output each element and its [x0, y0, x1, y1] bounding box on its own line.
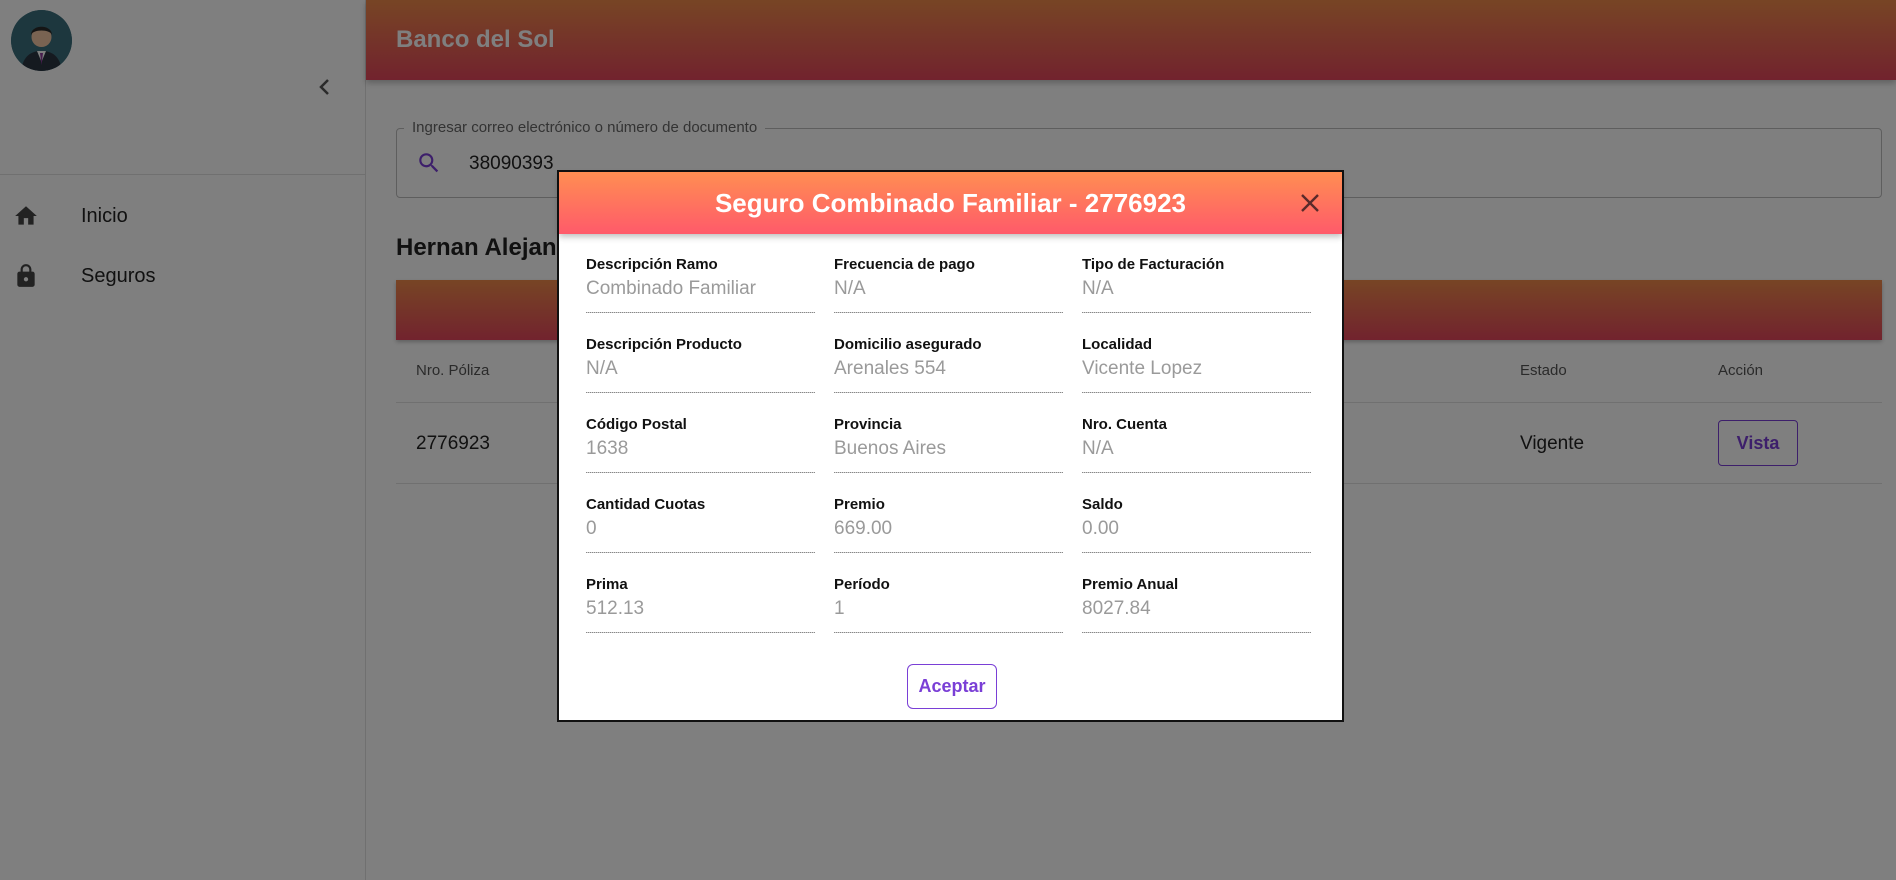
field-value: 1: [834, 598, 845, 619]
field-underline: [586, 312, 815, 313]
field-value: N/A: [1082, 278, 1114, 299]
field-value: 512.13: [586, 598, 645, 619]
field-value: Vicente Lopez: [1082, 358, 1203, 379]
detail-field: Tipo de Facturación N/A: [1082, 256, 1311, 316]
field-underline: [834, 632, 1063, 633]
detail-field: Localidad Vicente Lopez: [1082, 336, 1311, 396]
field-value: N/A: [586, 358, 618, 379]
detail-field: Premio 669.00: [834, 496, 1063, 556]
detail-field: Frecuencia de pago N/A: [834, 256, 1063, 316]
field-label: Provincia: [834, 416, 902, 433]
detail-field: Descripción Ramo Combinado Familiar: [586, 256, 815, 316]
field-value: Buenos Aires: [834, 438, 946, 459]
accept-button[interactable]: Aceptar: [907, 664, 997, 709]
detail-field: Provincia Buenos Aires: [834, 416, 1063, 476]
field-underline: [586, 632, 815, 633]
field-value: 8027.84: [1082, 598, 1151, 619]
field-value: 0: [586, 518, 597, 539]
field-label: Período: [834, 576, 890, 593]
field-underline: [1082, 392, 1311, 393]
field-underline: [834, 552, 1063, 553]
detail-field: Saldo 0.00: [1082, 496, 1311, 556]
field-value: Arenales 554: [834, 358, 946, 379]
field-label: Tipo de Facturación: [1082, 256, 1225, 273]
close-button[interactable]: [1297, 190, 1323, 216]
field-underline: [1082, 472, 1311, 473]
field-label: Frecuencia de pago: [834, 256, 975, 273]
field-label: Premio: [834, 496, 885, 513]
field-underline: [1082, 552, 1311, 553]
field-value: 1638: [586, 438, 629, 459]
field-label: Prima: [586, 576, 628, 593]
field-label: Descripción Ramo: [586, 256, 718, 273]
field-label: Descripción Producto: [586, 336, 742, 353]
field-underline: [586, 552, 815, 553]
field-underline: [586, 392, 815, 393]
detail-field: Nro. Cuenta N/A: [1082, 416, 1311, 476]
detail-field: Prima 512.13: [586, 576, 815, 636]
field-label: Saldo: [1082, 496, 1123, 513]
modal-title: Seguro Combinado Familiar - 2776923: [714, 188, 1187, 218]
close-icon: [1301, 194, 1319, 212]
field-label: Domicilio asegurado: [834, 336, 982, 353]
detail-field: Período 1: [834, 576, 1063, 636]
detail-field: Domicilio asegurado Arenales 554: [834, 336, 1063, 396]
field-label: Nro. Cuenta: [1082, 416, 1168, 433]
field-underline: [834, 392, 1063, 393]
detail-field: Cantidad Cuotas 0: [586, 496, 815, 556]
field-underline: [586, 472, 815, 473]
detail-field: Código Postal 1638: [586, 416, 815, 476]
field-label: Cantidad Cuotas: [586, 496, 706, 513]
field-value: 0.00: [1082, 518, 1119, 539]
field-underline: [834, 472, 1063, 473]
policy-detail-modal: Seguro Combinado Familiar - 2776923 Desc…: [557, 170, 1344, 722]
field-value: N/A: [1082, 438, 1114, 459]
modal-header: Seguro Combinado Familiar - 2776923: [559, 172, 1342, 234]
field-label: Código Postal: [586, 416, 687, 433]
field-label: Premio Anual: [1082, 576, 1179, 593]
detail-field: Descripción Producto N/A: [586, 336, 815, 396]
field-underline: [1082, 632, 1311, 633]
field-value: 669.00: [834, 518, 893, 539]
detail-field: Premio Anual 8027.84: [1082, 576, 1311, 636]
field-value: N/A: [834, 278, 866, 299]
field-underline: [1082, 312, 1311, 313]
field-label: Localidad: [1082, 336, 1153, 353]
field-underline: [834, 312, 1063, 313]
field-value: Combinado Familiar: [586, 278, 757, 299]
